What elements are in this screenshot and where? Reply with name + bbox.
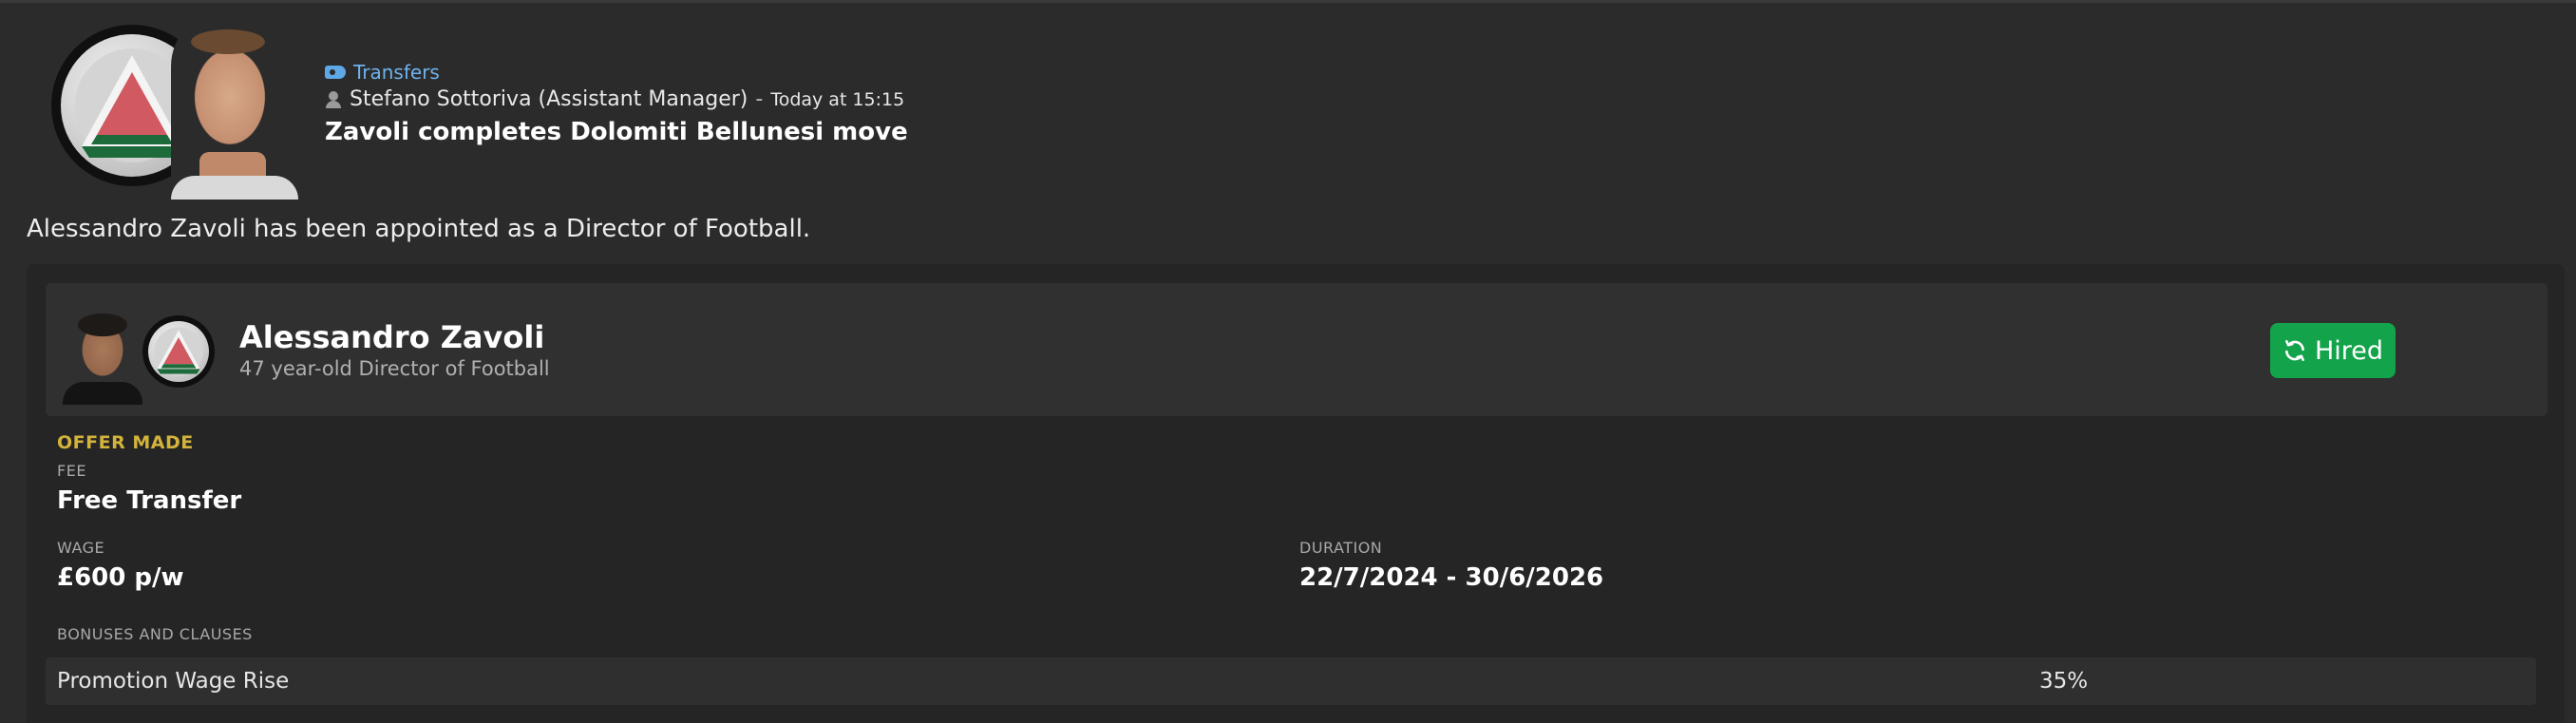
clause-row xyxy=(46,657,2536,705)
wage-label: WAGE xyxy=(57,539,105,557)
fee-value: Free Transfer xyxy=(57,486,242,515)
manager-photo xyxy=(171,10,298,200)
news-header-image xyxy=(49,10,298,200)
duration-label: DURATION xyxy=(1299,539,1383,557)
news-timestamp: Today at 15:15 xyxy=(770,88,905,110)
author-line: Stefano Sottoriva (Assistant Manager) - … xyxy=(325,87,904,111)
clause-name: Promotion Wage Rise xyxy=(57,669,290,694)
player-photo[interactable] xyxy=(57,308,148,405)
news-headline: Zavoli completes Dolomiti Bellunesi move xyxy=(325,118,908,146)
offer-heading: OFFER MADE xyxy=(57,432,194,453)
player-club-badge[interactable] xyxy=(142,315,215,388)
clause-value: 35% xyxy=(2039,669,2089,694)
tag-icon xyxy=(325,66,346,79)
refresh-icon xyxy=(2282,338,2307,363)
person-name[interactable]: Alessandro Zavoli xyxy=(239,319,544,355)
category-tag[interactable]: Transfers xyxy=(325,61,440,84)
fee-label: FEE xyxy=(57,462,86,480)
duration-value: 22/7/2024 - 30/6/2026 xyxy=(1299,563,1604,592)
person-icon xyxy=(325,90,342,108)
bonuses-label: BONUSES AND CLAUSES xyxy=(57,625,253,643)
wage-value: £600 p/w xyxy=(57,563,184,592)
category-label[interactable]: Transfers xyxy=(353,61,440,84)
author-separator: - xyxy=(755,87,764,111)
top-divider xyxy=(0,0,2576,3)
author-name[interactable]: Stefano Sottoriva (Assistant Manager) xyxy=(350,87,748,111)
news-body: Alessandro Zavoli has been appointed as … xyxy=(27,215,811,243)
hired-button[interactable]: Hired xyxy=(2270,323,2396,378)
hired-button-label: Hired xyxy=(2314,335,2384,366)
person-subtitle: 47 year-old Director of Football xyxy=(239,357,550,380)
